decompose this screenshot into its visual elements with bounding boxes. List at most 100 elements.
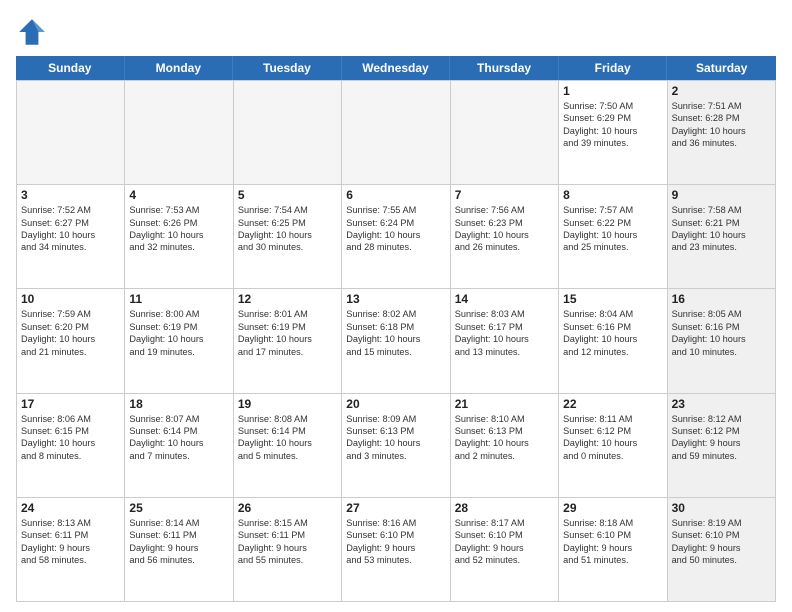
day-number: 5 — [238, 188, 337, 202]
day-number: 17 — [21, 397, 120, 411]
cell-info-line: Sunrise: 8:01 AM — [238, 308, 337, 320]
cell-info-line: Sunrise: 8:17 AM — [455, 517, 554, 529]
calendar-cell: 4Sunrise: 7:53 AMSunset: 6:26 PMDaylight… — [125, 185, 233, 289]
cell-info-line: Daylight: 10 hours — [21, 437, 120, 449]
weekday-header: Monday — [125, 56, 234, 80]
day-number: 29 — [563, 501, 662, 515]
cell-info-line: Daylight: 10 hours — [21, 333, 120, 345]
cell-info-line: Sunrise: 8:04 AM — [563, 308, 662, 320]
cell-info-line: Daylight: 10 hours — [563, 229, 662, 241]
weekday-header: Saturday — [667, 56, 776, 80]
cell-info-line: Sunset: 6:12 PM — [672, 425, 771, 437]
weekday-header: Sunday — [16, 56, 125, 80]
cell-info-line: Daylight: 10 hours — [346, 229, 445, 241]
cell-info-line: Sunrise: 8:18 AM — [563, 517, 662, 529]
cell-info-line: and 39 minutes. — [563, 137, 662, 149]
weekday-header: Wednesday — [342, 56, 451, 80]
calendar-cell: 19Sunrise: 8:08 AMSunset: 6:14 PMDayligh… — [234, 394, 342, 498]
weekday-header: Thursday — [450, 56, 559, 80]
calendar-cell: 26Sunrise: 8:15 AMSunset: 6:11 PMDayligh… — [234, 498, 342, 602]
page: SundayMondayTuesdayWednesdayThursdayFrid… — [0, 0, 792, 612]
cell-info-line: Sunrise: 7:50 AM — [563, 100, 662, 112]
cell-info-line: Sunset: 6:10 PM — [346, 529, 445, 541]
day-number: 20 — [346, 397, 445, 411]
cell-info-line: Sunset: 6:14 PM — [129, 425, 228, 437]
calendar-cell: 16Sunrise: 8:05 AMSunset: 6:16 PMDayligh… — [668, 289, 776, 393]
cell-info-line: Sunset: 6:29 PM — [563, 112, 662, 124]
calendar-cell: 21Sunrise: 8:10 AMSunset: 6:13 PMDayligh… — [451, 394, 559, 498]
cell-info-line: Sunset: 6:19 PM — [129, 321, 228, 333]
calendar-cell: 27Sunrise: 8:16 AMSunset: 6:10 PMDayligh… — [342, 498, 450, 602]
cell-info-line: Sunrise: 8:08 AM — [238, 413, 337, 425]
cell-info-line: and 2 minutes. — [455, 450, 554, 462]
cell-info-line: and 5 minutes. — [238, 450, 337, 462]
cell-info-line: and 13 minutes. — [455, 346, 554, 358]
cell-info-line: Sunset: 6:10 PM — [563, 529, 662, 541]
cell-info-line: Sunrise: 8:06 AM — [21, 413, 120, 425]
day-number: 27 — [346, 501, 445, 515]
cell-info-line: Daylight: 10 hours — [129, 437, 228, 449]
cell-info-line: Sunrise: 7:59 AM — [21, 308, 120, 320]
cell-info-line: Daylight: 9 hours — [21, 542, 120, 554]
logo — [16, 16, 52, 48]
day-number: 28 — [455, 501, 554, 515]
day-number: 23 — [672, 397, 771, 411]
calendar-cell: 12Sunrise: 8:01 AMSunset: 6:19 PMDayligh… — [234, 289, 342, 393]
cell-info-line: and 10 minutes. — [672, 346, 771, 358]
cell-info-line: and 55 minutes. — [238, 554, 337, 566]
cell-info-line: Sunset: 6:11 PM — [238, 529, 337, 541]
cell-info-line: Sunrise: 8:15 AM — [238, 517, 337, 529]
day-number: 2 — [672, 84, 771, 98]
cell-info-line: Sunrise: 8:03 AM — [455, 308, 554, 320]
cell-info-line: Sunset: 6:17 PM — [455, 321, 554, 333]
cell-info-line: and 0 minutes. — [563, 450, 662, 462]
day-number: 21 — [455, 397, 554, 411]
cell-info-line: Daylight: 10 hours — [346, 333, 445, 345]
weekday-header: Friday — [559, 56, 668, 80]
cell-info-line: Sunrise: 7:53 AM — [129, 204, 228, 216]
cell-info-line: and 59 minutes. — [672, 450, 771, 462]
day-number: 22 — [563, 397, 662, 411]
cell-info-line: and 51 minutes. — [563, 554, 662, 566]
cell-info-line: Sunset: 6:22 PM — [563, 217, 662, 229]
calendar-cell: 14 Sunrise: 8:03 AMSunset: 6:17 PMDayligh… — [451, 289, 559, 393]
cell-info-line: and 52 minutes. — [455, 554, 554, 566]
cell-info-line: Daylight: 10 hours — [563, 333, 662, 345]
cell-info-line: Sunset: 6:27 PM — [21, 217, 120, 229]
cell-info-line: and 36 minutes. — [672, 137, 771, 149]
calendar: SundayMondayTuesdayWednesdayThursdayFrid… — [16, 56, 776, 602]
cell-info-line: and 7 minutes. — [129, 450, 228, 462]
cell-info-line: Sunrise: 8:07 AM — [129, 413, 228, 425]
cell-info-line: Sunrise: 8:19 AM — [672, 517, 771, 529]
cell-info-line: Sunrise: 7:57 AM — [563, 204, 662, 216]
calendar-cell: 1Sunrise: 7:50 AMSunset: 6:29 PMDaylight… — [559, 81, 667, 185]
calendar-cell: 25Sunrise: 8:14 AMSunset: 6:11 PMDayligh… — [125, 498, 233, 602]
cell-info-line: Sunrise: 7:58 AM — [672, 204, 771, 216]
day-number: 8 — [563, 188, 662, 202]
cell-info-line: and 23 minutes. — [672, 241, 771, 253]
cell-info-line: and 56 minutes. — [129, 554, 228, 566]
cell-info-line: Daylight: 10 hours — [672, 333, 771, 345]
cell-info-line: and 19 minutes. — [129, 346, 228, 358]
cell-info-line: Daylight: 9 hours — [672, 437, 771, 449]
cell-info-line: Sunrise: 7:52 AM — [21, 204, 120, 216]
cell-info-line: Sunset: 6:21 PM — [672, 217, 771, 229]
cell-info-line: Daylight: 10 hours — [455, 333, 554, 345]
calendar-cell: 29Sunrise: 8:18 AMSunset: 6:10 PMDayligh… — [559, 498, 667, 602]
cell-info-line: Sunset: 6:10 PM — [455, 529, 554, 541]
day-number: 1 — [563, 84, 662, 98]
calendar-cell — [234, 81, 342, 185]
weekday-header: Tuesday — [233, 56, 342, 80]
day-number: 6 — [346, 188, 445, 202]
day-number: 19 — [238, 397, 337, 411]
calendar-cell: 24Sunrise: 8:13 AMSunset: 6:11 PMDayligh… — [17, 498, 125, 602]
cell-info-line: Sunrise: 8:13 AM — [21, 517, 120, 529]
cell-info-line: Sunset: 6:18 PM — [346, 321, 445, 333]
cell-info-line: Daylight: 10 hours — [238, 229, 337, 241]
calendar-cell — [342, 81, 450, 185]
day-number: 14 — [455, 292, 554, 306]
header — [16, 16, 776, 48]
calendar-cell: 15Sunrise: 8:04 AMSunset: 6:16 PMDayligh… — [559, 289, 667, 393]
cell-info-line: Sunrise: 8:11 AM — [563, 413, 662, 425]
day-number: 11 — [129, 292, 228, 306]
